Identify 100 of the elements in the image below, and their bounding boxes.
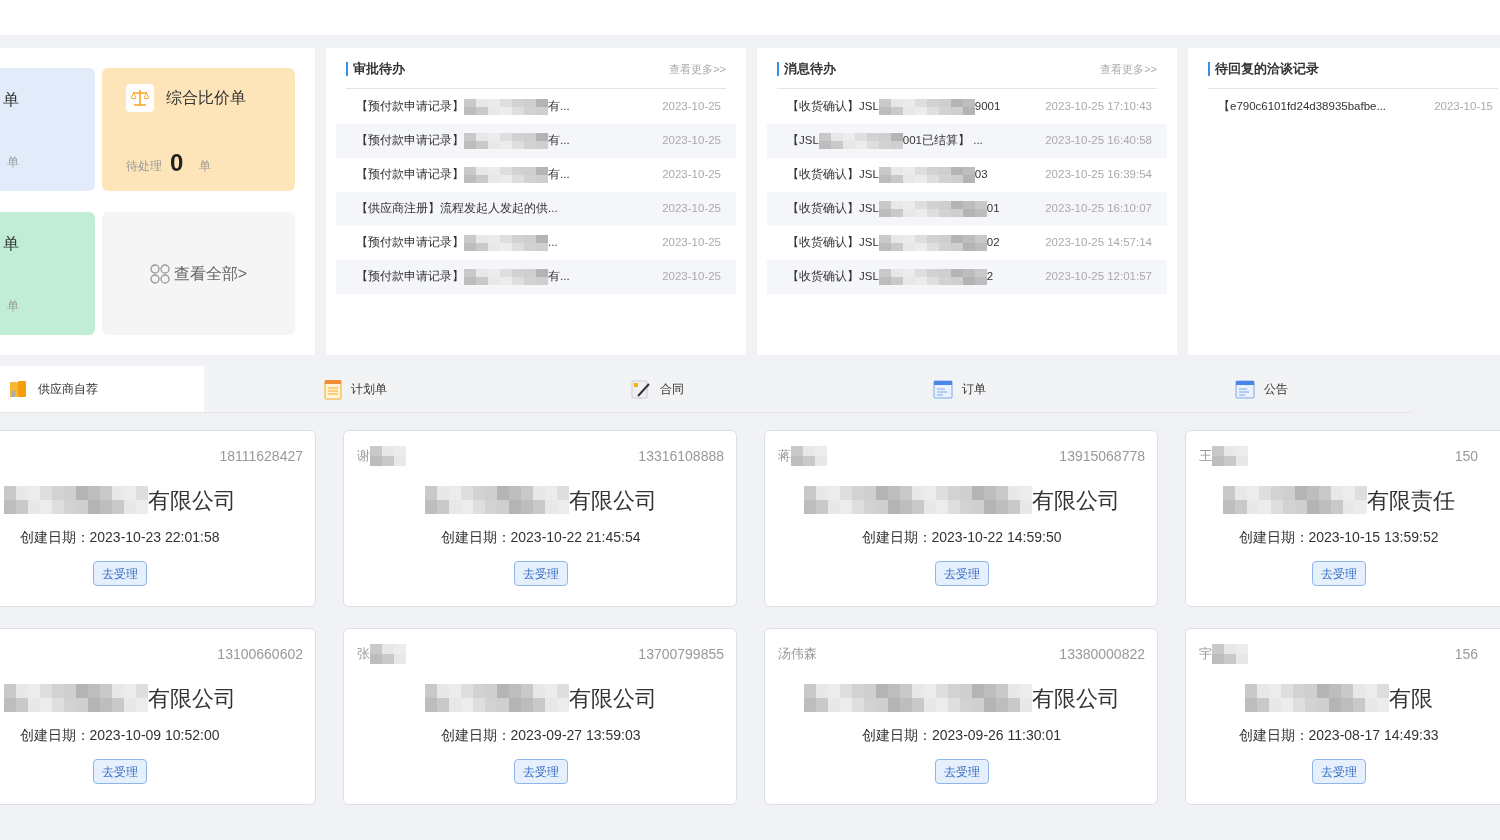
row-text: 【JSL: [787, 133, 819, 149]
row-time: 2023-10-25 16:10:07: [1045, 201, 1152, 217]
scale-icon: [126, 84, 154, 112]
row-text: 【预付款申请记录】: [356, 99, 464, 115]
phone-number: 13700799855: [638, 644, 724, 664]
row-time: 2023-10-15: [1434, 99, 1493, 115]
row-time: 2023-10-25 12:01:57: [1045, 269, 1152, 285]
row-time: 2023-10-25: [662, 269, 721, 285]
row-time: 2023-10-25: [662, 167, 721, 183]
accept-button[interactable]: 去受理: [513, 759, 568, 784]
unit-label: 单: [7, 298, 19, 315]
contact-name: 汤伟森: [778, 645, 817, 664]
list-row[interactable]: 【收货确认】JSL 02 2023-10-25 14:57:14: [767, 226, 1167, 260]
row-text: 有...: [548, 167, 570, 183]
row-text: 2: [986, 269, 994, 285]
row-text: 【收货确认】JSL: [787, 269, 879, 285]
contact-name: 张: [357, 645, 370, 664]
accept-button[interactable]: 去受理: [92, 759, 147, 784]
list-row[interactable]: 【e790c6101fd24d38935bafbe... 2023-10-15: [1198, 90, 1500, 124]
phone-number: 13915068778: [1059, 446, 1145, 466]
phone-number: 156: [1454, 644, 1478, 664]
row-text: 【预付款申请记录】: [356, 167, 464, 183]
panel-title: 消息待办: [777, 62, 836, 76]
company-name: 有限公司: [147, 486, 236, 515]
summary-card[interactable]: 单 单: [0, 212, 95, 335]
list-row[interactable]: 【预付款申请记录】 有... 2023-10-25: [336, 260, 736, 294]
list-row[interactable]: 【预付款申请记录】 有... 2023-10-25: [336, 90, 736, 124]
row-time: 2023-10-25 14:57:14: [1045, 235, 1152, 251]
date-label: 创建日期：: [862, 726, 932, 745]
form-icon: [1234, 378, 1256, 400]
row-text: 【预付款申请记录】: [356, 235, 464, 251]
row-text: 有...: [548, 133, 570, 149]
list-row[interactable]: 【JSL 001已结算】 ... 2023-10-25 16:40:58: [767, 124, 1167, 158]
company-name: 有限公司: [568, 486, 657, 515]
panel-title: 审批待办: [346, 62, 405, 76]
phone-number: 13316108888: [638, 446, 724, 466]
unit-label: 单: [199, 158, 212, 175]
accept-button[interactable]: 去受理: [934, 759, 989, 784]
list-row[interactable]: 【供应商注册】流程发起人发起的供... 2023-10-25: [336, 192, 736, 226]
list-row[interactable]: 【收货确认】JSL 03 2023-10-25 16:39:54: [767, 158, 1167, 192]
date-label: 创建日期：: [1238, 528, 1309, 547]
grid-icon: [149, 263, 170, 284]
card-title: 单: [3, 90, 19, 110]
contact-name: 蒋: [778, 447, 791, 466]
summary-card[interactable]: 单 单: [0, 68, 95, 191]
accept-button[interactable]: 去受理: [92, 561, 147, 586]
accept-button[interactable]: 去受理: [934, 561, 989, 586]
company-name: 有限公司: [1031, 486, 1120, 515]
row-time: 2023-10-25: [662, 201, 721, 217]
panel-title: 待回复的洽谈记录: [1208, 62, 1319, 76]
view-all-button[interactable]: 查看全部>: [102, 212, 295, 335]
unit-label: 单: [7, 154, 19, 171]
row-text: 【收货确认】JSL: [787, 99, 879, 115]
notepad-icon: [323, 378, 343, 400]
list-row[interactable]: 【预付款申请记录】 ... 2023-10-25: [336, 226, 736, 260]
summary-card[interactable]: 综合比价单 待处理 0 单: [102, 68, 295, 191]
card-title: 综合比价单: [166, 88, 246, 108]
company-name: 有限公司: [1031, 684, 1120, 713]
row-text: 【供应商注册】流程发起人发起的供...: [356, 201, 558, 217]
created-date: 2023-09-27 13:59:03: [510, 726, 641, 745]
row-text: 【收货确认】JSL: [787, 167, 879, 183]
accept-button[interactable]: 去受理: [1311, 759, 1366, 784]
accept-button[interactable]: 去受理: [1311, 561, 1366, 586]
company-name: 有限: [1388, 684, 1433, 713]
list-row[interactable]: 【收货确认】JSL 01 2023-10-25 16:10:07: [767, 192, 1167, 226]
created-date: 2023-09-26 11:30:01: [932, 726, 1061, 745]
created-date: 2023-10-22 21:45:54: [510, 528, 641, 547]
list-row[interactable]: 【收货确认】JSL 2 2023-10-25 12:01:57: [767, 260, 1167, 294]
date-label: 创建日期：: [19, 528, 90, 547]
row-text: 【预付款申请记录】: [356, 133, 464, 149]
row-text: 【e790c6101fd24d38935bafbe...: [1218, 99, 1387, 115]
row-time: 2023-10-25 16:40:58: [1045, 133, 1152, 149]
row-text: 001已结算】 ...: [902, 133, 983, 149]
company-name: 有限公司: [568, 684, 657, 713]
contact-name: 王: [1199, 447, 1212, 466]
created-date: 2023-10-22 14:59:50: [931, 528, 1062, 547]
list-row[interactable]: 【预付款申请记录】 有... 2023-10-25: [336, 124, 736, 158]
date-label: 创建日期：: [440, 528, 511, 547]
created-date: 2023-10-15 13:59:52: [1308, 528, 1439, 547]
row-text: ...: [548, 235, 558, 251]
accept-button[interactable]: 去受理: [513, 561, 568, 586]
row-time: 2023-10-25 17:10:43: [1045, 99, 1152, 115]
form-icon: [932, 378, 954, 400]
phone-number: 13100660602: [217, 644, 303, 664]
row-time: 2023-10-25: [662, 133, 721, 149]
list-row[interactable]: 【收货确认】JSL 9001 2023-10-25 17:10:43: [767, 90, 1167, 124]
contact-name: 宇: [1199, 645, 1212, 664]
tab[interactable]: 供应商自荐: [0, 366, 204, 412]
date-label: 创建日期：: [440, 726, 511, 745]
contact-name: 谢: [357, 447, 370, 466]
phone-number: 13380000822: [1059, 644, 1145, 664]
row-text: 03: [974, 167, 988, 183]
phone-number: 150: [1454, 446, 1478, 466]
row-text: 9001: [974, 99, 1001, 115]
company-name: 有限公司: [147, 684, 236, 713]
row-time: 2023-10-25 16:39:54: [1045, 167, 1152, 183]
row-time: 2023-10-25: [662, 99, 721, 115]
card-title: 单: [3, 234, 19, 254]
pending-count: 0: [170, 151, 184, 175]
list-row[interactable]: 【预付款申请记录】 有... 2023-10-25: [336, 158, 736, 192]
